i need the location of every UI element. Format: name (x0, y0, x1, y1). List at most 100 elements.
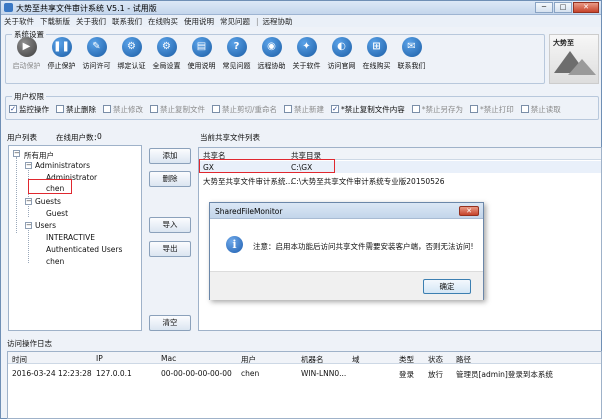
tree-node-group[interactable]: Guests (35, 197, 61, 206)
column-path[interactable]: 路径 (456, 354, 471, 365)
export-button[interactable]: 导出 (149, 241, 191, 257)
tree-node-group[interactable]: Users (35, 221, 56, 230)
perm-no-copy-content-label: *禁止复制文件内容 (341, 104, 405, 114)
highlight-box-share (199, 159, 335, 173)
table-cell: C:\大势至共享文件审计系统专业版20150526 (291, 177, 445, 186)
global-settings-button[interactable]: ⚙ 全局设置 (149, 37, 184, 79)
perm-no-modify-label: 禁止修改 (113, 104, 143, 114)
perm-no-create[interactable]: 禁止新建 (284, 104, 324, 115)
buy-online-button[interactable]: ⊞ 在线购买 (359, 37, 394, 79)
log-cell-status: 放行 (428, 370, 443, 379)
window-title: 大势至共享文件审计系统 V5.1 - 试用版 (16, 4, 157, 13)
highlight-box-user (28, 179, 72, 194)
remote-assist-button[interactable]: ◉ 远程协助 (254, 37, 289, 79)
logo-text: 大势至 (553, 38, 574, 47)
tree-collapse-icon[interactable]: − (25, 162, 32, 169)
clear-button[interactable]: 清空 (149, 315, 191, 331)
tree-node-user[interactable]: chen (46, 257, 64, 266)
menu-item-manual[interactable]: 使用说明 (184, 16, 214, 27)
minimize-button[interactable]: ─ (535, 2, 553, 13)
settings-icon: ⚙ (156, 37, 177, 57)
tree-collapse-icon[interactable]: − (25, 222, 32, 229)
perm-no-cut-rename[interactable]: 禁止剪切/重命名 (212, 104, 277, 115)
checkbox[interactable] (56, 105, 64, 113)
perm-no-delete-label: 禁止删除 (66, 104, 96, 114)
buy-online-label: 在线购买 (362, 62, 391, 70)
contact-us-button[interactable]: ✉ 联系我们 (394, 37, 429, 79)
log-cell-time: 2016-03-24 12:23:28 (12, 369, 92, 378)
menu-item-remote[interactable]: 远程协助 (263, 16, 293, 27)
tree-node-group[interactable]: Administrators (35, 161, 90, 170)
checkbox-checked[interactable]: ✓ (9, 105, 17, 113)
perm-no-print-label: *禁止打印 (480, 104, 514, 114)
main-window: 大势至共享文件审计系统 V5.1 - 试用版 ─ □ ✕ 关于软件 下载新版 关… (0, 0, 602, 419)
import-button[interactable]: 导入 (149, 217, 191, 233)
checkbox[interactable] (411, 105, 420, 113)
checkbox[interactable] (520, 105, 529, 113)
perm-no-modify[interactable]: 禁止修改 (103, 104, 143, 115)
manual-label: 使用说明 (187, 62, 216, 70)
faq-button[interactable]: ? 常见问题 (219, 37, 254, 79)
log-cell-type: 登录 (399, 370, 414, 379)
access-license-button[interactable]: ✎ 访问许可 (79, 37, 114, 79)
user-tree: − 所有用户 − Administrators Administrator ch… (8, 145, 142, 331)
perm-no-copy-file[interactable]: 禁止复制文件 (150, 104, 205, 115)
column-ip[interactable]: IP (96, 354, 103, 363)
pause-icon: ❚❚ (51, 37, 72, 57)
column-machine[interactable]: 机器名 (301, 354, 324, 365)
cart-icon: ⊞ (366, 37, 387, 57)
log-cell-user: chen (241, 369, 260, 378)
column-domain[interactable]: 域 (352, 354, 360, 365)
start-protection-button[interactable]: ▶ 启动保护 (9, 37, 44, 79)
delete-button[interactable]: 删除 (149, 171, 191, 187)
checkbox-checked[interactable]: ✓ (331, 105, 340, 113)
checkbox[interactable] (103, 105, 111, 113)
visit-website-button[interactable]: ◐ 访问官网 (324, 37, 359, 79)
menu-item-about-software[interactable]: 关于软件 (4, 16, 34, 27)
column-status[interactable]: 状态 (428, 354, 443, 365)
perm-no-copy-file-label: 禁止复制文件 (160, 104, 205, 114)
checkbox[interactable] (212, 105, 220, 113)
perm-no-print[interactable]: *禁止打印 (470, 104, 514, 115)
access-license-label: 访问许可 (82, 62, 111, 70)
perm-no-read[interactable]: 禁止读取 (520, 104, 561, 115)
tree-node-user[interactable]: INTERACTIVE (46, 233, 95, 242)
tree-node-all-users[interactable]: 所有用户 (24, 150, 54, 161)
maximize-button[interactable]: □ (554, 2, 572, 13)
checkbox[interactable] (284, 105, 293, 113)
menu-item-faq[interactable]: 常见问题 (220, 16, 250, 27)
column-time[interactable]: 时间 (12, 354, 27, 365)
checkbox[interactable] (150, 105, 158, 113)
perm-no-save-as[interactable]: *禁止另存为 (411, 104, 463, 115)
tree-node-user[interactable]: Guest (46, 209, 68, 218)
ok-button[interactable]: 确定 (423, 279, 471, 294)
tree-collapse-icon[interactable]: − (25, 198, 32, 205)
menu-item-buy[interactable]: 在线购买 (148, 16, 178, 27)
dialog-close-button[interactable]: ✕ (459, 206, 479, 216)
menu-item-about-us[interactable]: 关于我们 (76, 16, 106, 27)
close-button[interactable]: ✕ (573, 2, 599, 13)
log-cell-machine: WIN-LNN0... (301, 369, 347, 378)
add-button[interactable]: 添加 (149, 148, 191, 164)
column-type[interactable]: 类型 (399, 354, 414, 365)
online-count-label: 在线用户数： (56, 133, 101, 142)
menu-item-contact[interactable]: 联系我们 (112, 16, 142, 27)
bind-auth-button[interactable]: ⚙ 绑定认证 (114, 37, 149, 79)
perm-monitor[interactable]: ✓ 监控操作 (9, 104, 49, 115)
dialog-title: SharedFileMonitor (215, 207, 283, 216)
manual-button[interactable]: ▤ 使用说明 (184, 37, 219, 79)
remote-assist-label: 远程协助 (257, 62, 286, 70)
toolbar: ▶ 启动保护 ❚❚ 停止保护 ✎ 访问许可 ⚙ 绑定认证 ⚙ 全局设置 ▤ 使用… (9, 37, 429, 79)
stop-protection-button[interactable]: ❚❚ 停止保护 (44, 37, 79, 79)
column-user[interactable]: 用户 (241, 354, 256, 365)
about-software-button[interactable]: ✦ 关于软件 (289, 37, 324, 79)
checkbox[interactable] (470, 105, 479, 113)
tree-collapse-icon[interactable]: − (13, 150, 20, 157)
perm-no-copy-content[interactable]: ✓ *禁止复制文件内容 (331, 104, 405, 115)
menu-item-download[interactable]: 下载新版 (40, 16, 70, 27)
contact-icon: ✉ (401, 37, 422, 57)
tree-node-user[interactable]: Authenticated Users (46, 245, 122, 254)
column-mac[interactable]: Mac (161, 354, 176, 363)
perm-no-delete[interactable]: 禁止删除 (56, 104, 96, 115)
permissions-list: ✓ 监控操作 禁止删除 禁止修改 禁止复制文件 禁止剪切/重命名 禁止新建 ✓ *禁… (9, 102, 568, 116)
